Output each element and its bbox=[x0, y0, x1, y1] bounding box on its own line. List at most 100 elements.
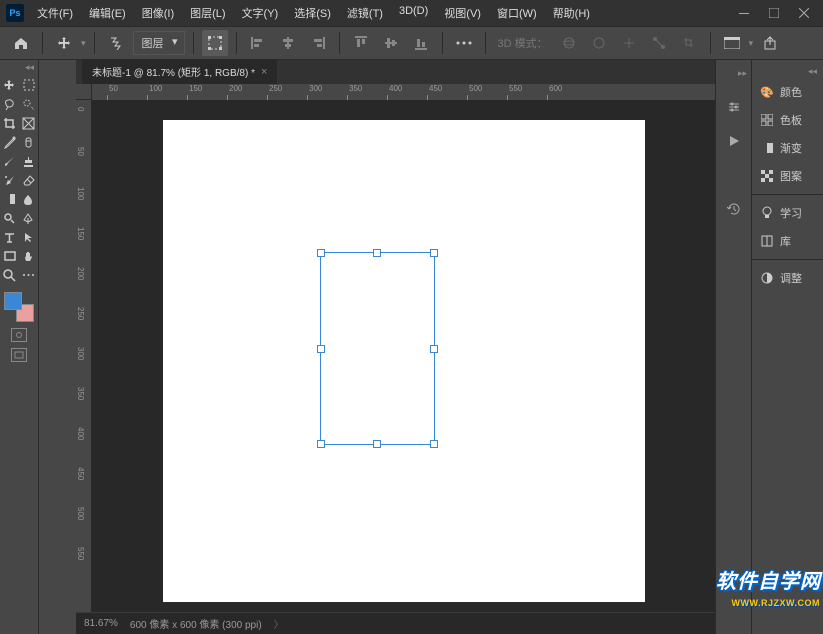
eraser-tool[interactable] bbox=[20, 171, 38, 189]
crop-tool[interactable] bbox=[1, 114, 19, 132]
document-tabs: 未标题-1 @ 81.7% (矩形 1, RGB/8) * × bbox=[76, 60, 715, 84]
minimize-button[interactable] bbox=[729, 3, 759, 23]
statusbar-chevron-icon[interactable]: 〉 bbox=[274, 616, 284, 631]
lasso-tool[interactable] bbox=[1, 95, 19, 113]
color-swatches[interactable] bbox=[4, 292, 34, 322]
close-button[interactable] bbox=[789, 3, 819, 23]
panels-collapse-icon[interactable]: ◂◂ bbox=[752, 66, 823, 78]
menu-type[interactable]: 文字(Y) bbox=[235, 1, 286, 25]
align-bottom-icon[interactable] bbox=[408, 30, 434, 56]
panel-swatches[interactable]: 色板 bbox=[752, 106, 823, 134]
3d-zoom-icon[interactable] bbox=[676, 30, 702, 56]
panel-label: 色板 bbox=[780, 112, 802, 128]
eyedropper-tool[interactable] bbox=[1, 133, 19, 151]
menu-image[interactable]: 图像(I) bbox=[135, 1, 181, 25]
menu-help[interactable]: 帮助(H) bbox=[546, 1, 597, 25]
quick-selection-tool[interactable] bbox=[20, 95, 38, 113]
edit-toolbar-button[interactable] bbox=[20, 266, 38, 284]
hand-tool[interactable] bbox=[20, 247, 38, 265]
clone-stamp-tool[interactable] bbox=[20, 152, 38, 170]
document-tab[interactable]: 未标题-1 @ 81.7% (矩形 1, RGB/8) * × bbox=[82, 59, 277, 84]
home-button[interactable] bbox=[8, 30, 34, 56]
3d-pan-icon[interactable] bbox=[616, 30, 642, 56]
canvas[interactable] bbox=[92, 100, 715, 612]
panel-gradients[interactable]: 渐变 bbox=[752, 134, 823, 162]
layer-dropdown[interactable]: 图层 bbox=[133, 31, 185, 55]
zoom-level[interactable]: 81.67% bbox=[84, 618, 118, 629]
panel-adjustments[interactable]: 调整 bbox=[752, 264, 823, 292]
move-tool[interactable] bbox=[1, 76, 19, 94]
share-icon[interactable] bbox=[757, 30, 783, 56]
panel-color[interactable]: 🎨 颜色 bbox=[752, 78, 823, 106]
panel-label: 渐变 bbox=[780, 140, 802, 156]
handle-s[interactable] bbox=[373, 440, 381, 448]
align-top-icon[interactable] bbox=[348, 30, 374, 56]
3d-roll-icon[interactable] bbox=[586, 30, 612, 56]
document-tab-title: 未标题-1 @ 81.7% (矩形 1, RGB/8) * bbox=[92, 64, 255, 79]
panel-learn[interactable]: 学习 bbox=[752, 199, 823, 227]
tools-collapse-icon[interactable]: ◂◂ bbox=[0, 62, 38, 74]
transform-controls-toggle[interactable] bbox=[202, 30, 228, 56]
align-hcenter-icon[interactable] bbox=[275, 30, 301, 56]
ruler-vertical[interactable]: 050100150200250300350400450500550 bbox=[76, 100, 92, 612]
tab-close-icon[interactable]: × bbox=[261, 66, 267, 78]
handle-se[interactable] bbox=[430, 440, 438, 448]
path-selection-tool[interactable] bbox=[20, 228, 38, 246]
menu-view[interactable]: 视图(V) bbox=[437, 1, 488, 25]
3d-slide-icon[interactable] bbox=[646, 30, 672, 56]
menu-3d[interactable]: 3D(D) bbox=[392, 1, 435, 25]
palette-icon: 🎨 bbox=[760, 85, 774, 99]
menu-layer[interactable]: 图层(L) bbox=[183, 1, 232, 25]
align-left-icon[interactable] bbox=[245, 30, 271, 56]
properties-icon[interactable] bbox=[724, 97, 744, 117]
quickmask-toggle[interactable] bbox=[11, 328, 27, 342]
rectangle-tool[interactable] bbox=[1, 247, 19, 265]
align-right-icon[interactable] bbox=[305, 30, 331, 56]
history-brush-tool[interactable] bbox=[1, 171, 19, 189]
autoselect-icon[interactable] bbox=[103, 30, 129, 56]
handle-e[interactable] bbox=[430, 345, 438, 353]
gradient-tool[interactable] bbox=[1, 190, 19, 208]
type-tool[interactable] bbox=[1, 228, 19, 246]
collapsed-panel-1[interactable] bbox=[38, 60, 76, 634]
screenmode-button[interactable] bbox=[11, 348, 27, 362]
menu-window[interactable]: 窗口(W) bbox=[490, 1, 544, 25]
align-vcenter-icon[interactable] bbox=[378, 30, 404, 56]
menu-filter[interactable]: 滤镜(T) bbox=[340, 1, 390, 25]
brush-tool[interactable] bbox=[1, 152, 19, 170]
blur-tool[interactable] bbox=[20, 190, 38, 208]
handle-n[interactable] bbox=[373, 249, 381, 257]
handle-w[interactable] bbox=[317, 345, 325, 353]
dodge-tool[interactable] bbox=[1, 209, 19, 227]
maximize-button[interactable] bbox=[759, 3, 789, 23]
handle-nw[interactable] bbox=[317, 249, 325, 257]
titlebar: Ps 文件(F) 编辑(E) 图像(I) 图层(L) 文字(Y) 选择(S) 滤… bbox=[0, 0, 823, 26]
handle-sw[interactable] bbox=[317, 440, 325, 448]
pen-tool[interactable] bbox=[20, 209, 38, 227]
zoom-tool[interactable] bbox=[1, 266, 19, 284]
history-icon[interactable] bbox=[724, 199, 744, 219]
menu-file[interactable]: 文件(F) bbox=[30, 1, 80, 25]
dock-collapse-icon[interactable]: ▸▸ bbox=[738, 68, 751, 79]
frame-tool[interactable] bbox=[20, 114, 38, 132]
more-options-icon[interactable] bbox=[451, 30, 477, 56]
menu-select[interactable]: 选择(S) bbox=[287, 1, 338, 25]
move-icon[interactable] bbox=[51, 30, 77, 56]
menu-edit[interactable]: 编辑(E) bbox=[82, 1, 133, 25]
lightbulb-icon bbox=[760, 206, 774, 220]
play-icon[interactable] bbox=[724, 131, 744, 151]
rectangle-shape[interactable] bbox=[320, 252, 435, 445]
foreground-color-swatch[interactable] bbox=[4, 292, 22, 310]
document-info[interactable]: 600 像素 x 600 像素 (300 ppi) bbox=[130, 616, 262, 631]
panel-patterns[interactable]: 图案 bbox=[752, 162, 823, 190]
spot-healing-tool[interactable] bbox=[20, 133, 38, 151]
3d-orbit-icon[interactable] bbox=[556, 30, 582, 56]
artboard[interactable] bbox=[163, 120, 645, 602]
panel-label: 学习 bbox=[780, 205, 802, 221]
panel-libraries[interactable]: 库 bbox=[752, 227, 823, 255]
panel-label: 颜色 bbox=[780, 84, 802, 100]
ruler-horizontal[interactable]: 50100150200250300350400450500550600 bbox=[76, 84, 715, 100]
rectangular-marquee-tool[interactable] bbox=[20, 76, 38, 94]
handle-ne[interactable] bbox=[430, 249, 438, 257]
workspace-icon[interactable] bbox=[719, 30, 745, 56]
